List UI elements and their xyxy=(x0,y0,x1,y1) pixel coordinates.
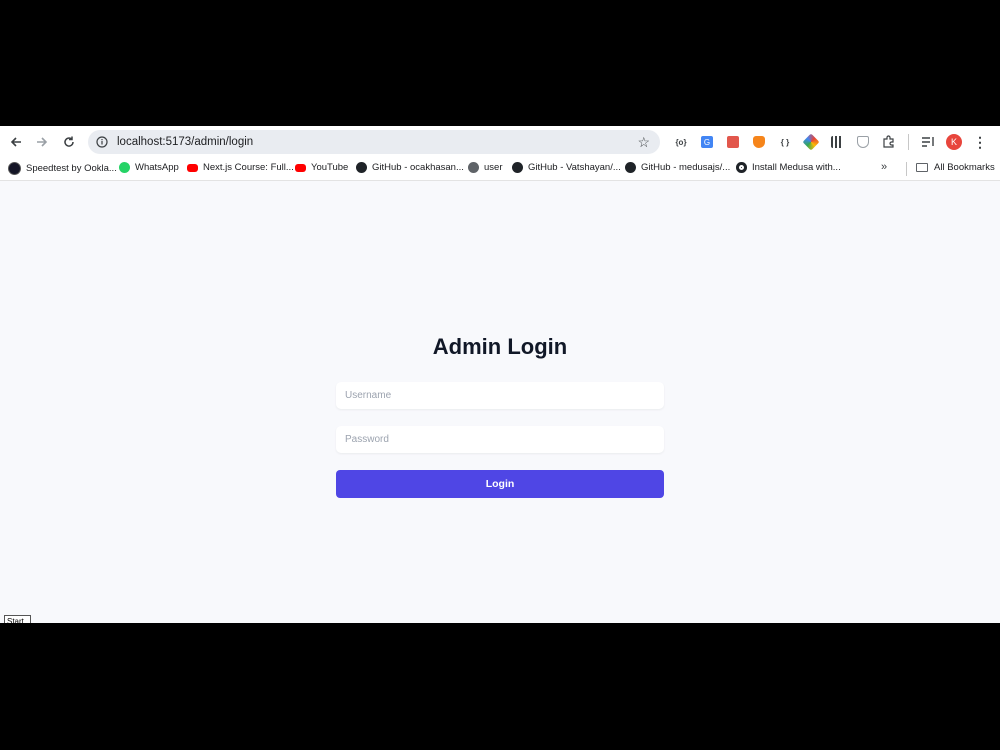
browser-toolbar: localhost:5173/admin/login ☆ {o} G { } K… xyxy=(0,126,1000,158)
bookmark-label: Next.js Course: Full... xyxy=(203,162,294,173)
address-bar[interactable]: localhost:5173/admin/login ☆ xyxy=(88,130,660,154)
profile-avatar[interactable]: K xyxy=(941,132,967,152)
bookmark-label: GitHub - medusajs/... xyxy=(641,162,731,173)
browser-menu-icon[interactable]: ⋮ xyxy=(967,132,993,152)
url-text[interactable]: localhost:5173/admin/login xyxy=(117,136,253,148)
google-translate-extension-icon[interactable]: G xyxy=(694,132,720,152)
password-input[interactable] xyxy=(336,426,664,453)
reading-list-icon[interactable] xyxy=(915,132,941,152)
bookmark-item[interactable]: GitHub - ocakhasan... xyxy=(356,162,464,173)
login-button[interactable]: Login xyxy=(336,470,664,498)
site-info-icon[interactable] xyxy=(95,135,109,149)
bookmark-item[interactable]: Next.js Course: Full... xyxy=(187,162,294,173)
speedtest-icon xyxy=(8,162,21,175)
metamask-extension-icon[interactable] xyxy=(746,132,772,152)
login-page: Admin Login Login xyxy=(0,181,1000,623)
folder-icon xyxy=(916,163,928,172)
all-bookmarks-button[interactable]: All Bookmarks xyxy=(916,162,995,173)
page-title: Admin Login xyxy=(432,334,568,359)
youtube-icon xyxy=(295,163,306,172)
toolbar-divider xyxy=(908,134,909,150)
bookmark-item[interactable]: Speedtest by Ookla... xyxy=(8,162,117,175)
bookmarks-bar: Speedtest by Ookla... WhatsApp Next.js C… xyxy=(0,158,1000,181)
bookmark-item[interactable]: WhatsApp xyxy=(119,162,179,173)
bookmark-label: GitHub - Vatshayan/... xyxy=(528,162,621,173)
medusa-icon xyxy=(736,162,747,173)
json-formatter-extension-icon[interactable]: { } xyxy=(772,132,798,152)
more-bookmarks-chevron-icon[interactable]: » xyxy=(881,161,887,173)
whatsapp-icon xyxy=(119,162,130,173)
extensions-bar: {o} G { } K ⋮ xyxy=(668,132,993,152)
json-viewer-extension-icon[interactable]: {o} xyxy=(668,132,694,152)
shield-extension-icon[interactable] xyxy=(850,132,876,152)
qr-code-extension-icon[interactable] xyxy=(824,132,850,152)
bookmark-label: WhatsApp xyxy=(135,162,179,173)
github-icon xyxy=(625,162,636,173)
globe-icon xyxy=(468,162,479,173)
bookmark-item[interactable]: user xyxy=(468,162,502,173)
start-tooltip: Start xyxy=(4,615,31,623)
bookmarks-divider xyxy=(906,162,907,176)
browser-window: localhost:5173/admin/login ☆ {o} G { } K… xyxy=(0,126,1000,623)
bookmark-item[interactable]: GitHub - Vatshayan/... xyxy=(512,162,621,173)
username-input[interactable] xyxy=(336,382,664,409)
reload-icon[interactable] xyxy=(56,129,82,155)
bookmark-item[interactable]: Install Medusa with... xyxy=(736,162,841,173)
bookmark-label: user xyxy=(484,162,503,173)
youtube-icon xyxy=(187,163,198,172)
github-icon xyxy=(356,162,367,173)
color-picker-extension-icon[interactable] xyxy=(798,132,824,152)
bookmark-label: Install Medusa with... xyxy=(752,162,841,173)
extensions-puzzle-icon[interactable] xyxy=(876,132,902,152)
github-icon xyxy=(512,162,523,173)
bookmark-label: Speedtest by Ookla... xyxy=(26,163,117,174)
screenshot-extension-icon[interactable] xyxy=(720,132,746,152)
bookmark-item[interactable]: YouTube xyxy=(295,162,348,173)
all-bookmarks-label: All Bookmarks xyxy=(934,162,995,173)
bookmark-label: GitHub - ocakhasan... xyxy=(372,162,464,173)
forward-arrow-icon[interactable] xyxy=(29,129,55,155)
bookmark-star-icon[interactable]: ☆ xyxy=(637,134,650,151)
bookmark-item[interactable]: GitHub - medusajs/... xyxy=(625,162,730,173)
bookmark-label: YouTube xyxy=(311,162,349,173)
back-arrow-icon[interactable] xyxy=(3,129,29,155)
